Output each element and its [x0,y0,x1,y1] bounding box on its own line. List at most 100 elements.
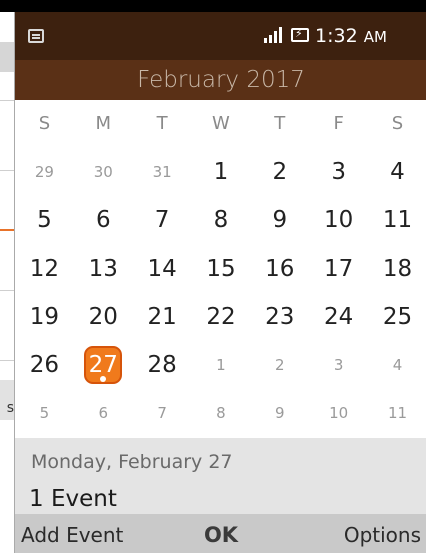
calendar-day[interactable]: 26 [15,341,74,389]
calendar-day[interactable]: 5 [15,389,74,437]
calendar-day[interactable]: 19 [15,293,74,341]
calendar-day[interactable]: 10 [309,389,368,437]
calendar-day[interactable]: 18 [368,245,426,293]
calendar-day[interactable]: 5 [15,196,74,244]
day-number: 5 [37,207,52,234]
day-number: 15 [206,255,236,282]
calendar-day[interactable]: 7 [133,196,192,244]
calendar-day[interactable]: 4 [368,148,426,196]
day-number: 5 [39,404,50,423]
options-softkey[interactable]: Options [344,520,421,550]
week-row: 5 6 7 8 9 10 11 [15,196,426,244]
week-row: 12 13 14 15 16 17 18 [15,245,426,293]
calendar-day[interactable]: 8 [192,389,251,437]
calendar-day[interactable]: 10 [309,196,368,244]
status-clock: 1:32 [315,25,358,47]
day-number: 17 [324,255,354,282]
month-title: February 2017 [15,60,426,100]
battery-charging-icon [291,27,309,42]
background-partial-text: s [6,400,14,416]
background-divider [0,100,14,101]
week-row: 29 30 31 1 2 3 4 [15,148,426,196]
day-number: 7 [154,207,170,234]
calendar-day[interactable]: 1 [192,341,251,389]
day-number: 3 [331,159,346,185]
day-number: 6 [95,207,111,234]
calendar-day[interactable]: 3 [309,341,368,389]
weekday-label: S [391,113,404,134]
weekday-label: F [333,113,344,134]
day-number: 28 [147,352,177,379]
calendar-day[interactable]: 22 [192,293,251,341]
day-number: 12 [29,255,60,282]
day-number: 23 [265,303,295,330]
calendar-day[interactable]: 7 [133,389,192,437]
calendar-day[interactable]: 9 [250,196,309,244]
day-number: 20 [88,303,118,330]
calendar-day[interactable]: 16 [250,245,309,293]
weekday-label: W [212,113,230,134]
calendar-day[interactable]: 14 [133,245,192,293]
background-top-bar [0,0,426,12]
event-summary-panel[interactable]: Monday, February 27 1 Event [15,438,426,514]
calendar-day[interactable]: 15 [192,245,251,293]
calendar-day[interactable]: 21 [133,293,192,341]
day-number: 21 [147,303,177,330]
day-number: 8 [213,207,229,234]
calendar-day[interactable]: 25 [368,293,426,341]
day-number: 2 [272,159,288,185]
day-number: 31 [152,163,172,181]
weekday-header: S M T W T F S [15,100,426,148]
calendar-day[interactable]: 31 [133,148,192,196]
day-number: 30 [93,163,113,181]
calendar-day[interactable]: 20 [74,293,133,341]
calendar-day[interactable]: 24 [309,293,368,341]
status-ampm: AM [363,28,387,46]
day-number: 19 [29,303,60,330]
day-number: 16 [265,255,295,282]
day-number: 4 [392,356,403,375]
calendar-day[interactable]: 9 [250,389,309,437]
day-number: 25 [382,303,413,330]
calendar-day[interactable]: 28 [133,341,192,389]
day-number: 13 [88,255,118,282]
calendar-grid: 29 30 31 1 2 3 4 5 6 7 8 9 10 11 12 13 1… [15,148,426,438]
calendar-day[interactable]: 2 [250,341,309,389]
week-row: 19 20 21 22 23 24 25 [15,293,426,341]
calendar-day[interactable]: 30 [74,148,133,196]
day-number: 4 [390,159,405,185]
add-event-softkey[interactable]: Add Event [21,520,123,550]
background-divider [0,360,14,361]
calendar-day-selected[interactable]: 27 [74,341,133,389]
weekday-label: T [156,113,168,134]
calendar-day[interactable]: 2 [250,148,309,196]
day-number: 1 [216,356,226,375]
calendar-day[interactable]: 6 [74,389,133,437]
day-number: 8 [216,404,226,423]
status-bar: 1:32 AM [15,12,426,60]
calendar-day[interactable]: 23 [250,293,309,341]
calendar-day[interactable]: 11 [368,196,426,244]
signal-icon [264,27,286,43]
calendar-day[interactable]: 12 [15,245,74,293]
calendar-day[interactable]: 17 [309,245,368,293]
calendar-day[interactable]: 8 [192,196,251,244]
background-accent-line [0,229,14,231]
day-number: 9 [275,404,285,423]
calendar-day[interactable]: 6 [74,196,133,244]
calendar-day[interactable]: 4 [368,341,426,389]
week-row: 26 27 28 1 2 3 4 [15,341,426,389]
day-number: 11 [382,207,413,234]
calendar-day[interactable]: 1 [192,148,251,196]
day-number: 1 [213,159,229,185]
status-time: 1:32 AM [315,24,387,49]
calendar-day[interactable]: 3 [309,148,368,196]
calendar-day[interactable]: 29 [15,148,74,196]
day-number: 10 [324,207,354,234]
calendar-day[interactable]: 13 [74,245,133,293]
day-number: 9 [272,207,288,234]
weekday-label: T [274,113,286,134]
day-number: 29 [34,163,54,181]
weekday-label: S [38,113,51,134]
calendar-day[interactable]: 11 [368,389,426,437]
